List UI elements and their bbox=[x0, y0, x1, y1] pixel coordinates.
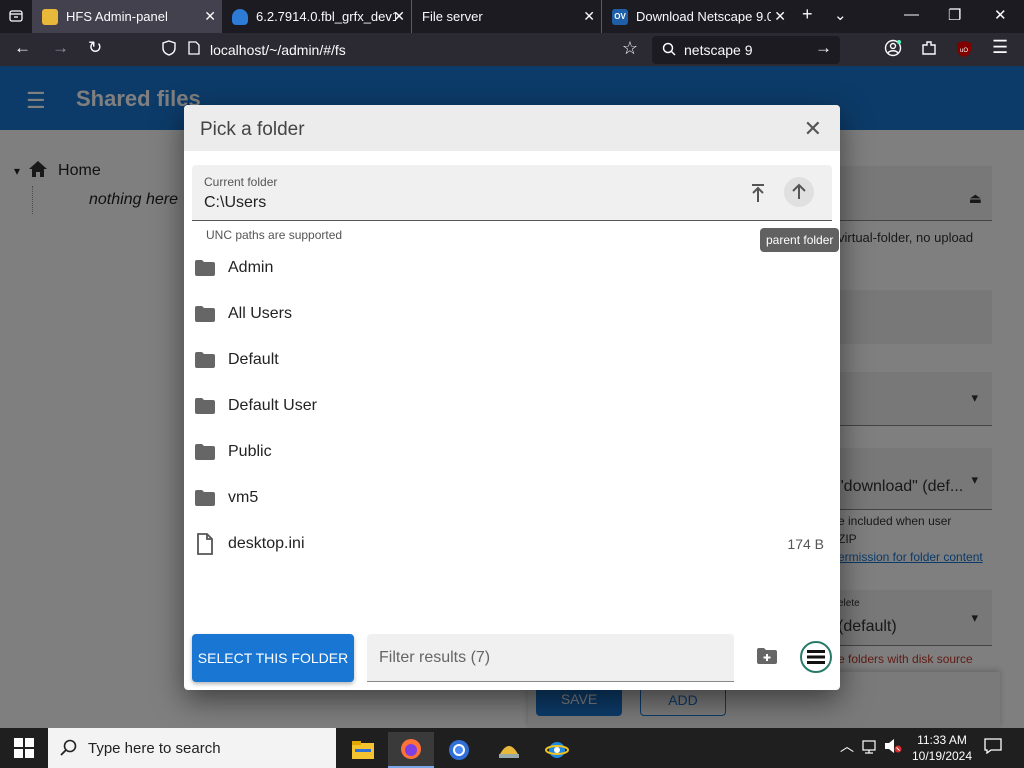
ov-favicon-icon: OV bbox=[612, 8, 628, 25]
folder-icon bbox=[194, 305, 216, 328]
item-name: Admin bbox=[228, 259, 274, 276]
ie-icon[interactable] bbox=[534, 732, 580, 768]
search-bar[interactable]: netscape 9 → bbox=[652, 36, 840, 64]
tab-netscape[interactable]: OV Download Netscape 9.0.0 ✕ bbox=[602, 0, 792, 33]
taskbar-clock[interactable]: 11:33 AM 10/19/2024 bbox=[906, 732, 978, 764]
close-tab-icon[interactable]: ✕ bbox=[393, 8, 405, 25]
firefox-icon[interactable] bbox=[388, 732, 434, 768]
item-name: vm5 bbox=[228, 489, 259, 506]
field-helper-text: UNC paths are supported bbox=[206, 228, 343, 242]
search-text: netscape 9 bbox=[684, 42, 753, 58]
extensions-icon[interactable] bbox=[920, 39, 938, 62]
back-icon[interactable]: ← bbox=[14, 38, 31, 58]
minimize-icon[interactable]: — bbox=[904, 6, 919, 23]
close-icon[interactable]: ✕ bbox=[804, 116, 822, 142]
search-icon bbox=[662, 42, 676, 59]
item-name: desktop.ini bbox=[228, 535, 305, 552]
bookmark-star-icon[interactable]: ☆ bbox=[622, 38, 638, 59]
close-tab-icon[interactable]: ✕ bbox=[204, 8, 216, 25]
list-item[interactable]: Public bbox=[184, 429, 840, 475]
parent-folder-button[interactable] bbox=[784, 177, 814, 207]
go-arrow-icon[interactable]: → bbox=[815, 38, 832, 58]
list-item[interactable]: Admin bbox=[184, 245, 840, 291]
shield-icon[interactable] bbox=[162, 40, 176, 59]
pick-folder-dialog: Pick a folder ✕ Current folder C:\Users … bbox=[184, 105, 840, 690]
clock-time: 11:33 AM bbox=[917, 733, 967, 747]
windows-start-icon[interactable] bbox=[14, 738, 34, 763]
list-item[interactable]: vm5 bbox=[184, 475, 840, 521]
hfs-favicon-icon bbox=[42, 8, 58, 25]
list-view-toggle-icon[interactable] bbox=[800, 641, 832, 673]
current-folder-field[interactable]: Current folder C:\Users bbox=[192, 165, 832, 221]
ublock-icon[interactable]: uO bbox=[956, 40, 972, 63]
tab-label: 6.2.7914.0.fbl_grfx_dev1.1 bbox=[256, 9, 396, 24]
volume-muted-icon[interactable] bbox=[884, 738, 902, 757]
close-tab-icon[interactable]: ✕ bbox=[774, 8, 786, 25]
list-item[interactable]: desktop.ini 174 B bbox=[184, 521, 840, 567]
forward-icon[interactable]: → bbox=[52, 38, 69, 58]
url-text: localhost/~/admin/#/fs bbox=[210, 41, 346, 58]
item-name: Public bbox=[228, 443, 272, 460]
close-window-icon[interactable]: ✕ bbox=[994, 6, 1007, 24]
item-name: All Users bbox=[228, 305, 293, 322]
hfs-app-icon[interactable] bbox=[486, 732, 532, 768]
folder-icon bbox=[194, 443, 216, 466]
list-item[interactable]: Default bbox=[184, 337, 840, 383]
select-this-folder-button[interactable]: SELECT THIS FOLDER bbox=[192, 634, 354, 682]
item-name: Default bbox=[228, 351, 279, 368]
url-bar[interactable]: localhost/~/admin/#/fs ☆ bbox=[148, 33, 646, 66]
root-folder-icon[interactable] bbox=[750, 183, 766, 209]
tab-label: File server bbox=[422, 9, 483, 24]
tab-grfx[interactable]: 6.2.7914.0.fbl_grfx_dev1.1 ✕ bbox=[222, 0, 412, 33]
clock-date: 10/19/2024 bbox=[911, 749, 973, 763]
field-value: C:\Users bbox=[204, 194, 267, 211]
chrome-icon[interactable] bbox=[436, 732, 482, 768]
folder-icon bbox=[194, 259, 216, 282]
new-tab-icon[interactable]: + bbox=[802, 4, 813, 25]
dialog-title: Pick a folder bbox=[200, 119, 305, 140]
menu-icon[interactable]: ☰ bbox=[992, 37, 1008, 58]
folder-icon bbox=[194, 397, 216, 420]
tab-list-icon[interactable] bbox=[8, 8, 24, 28]
browser-nav-bar: ← → ↻ localhost/~/admin/#/fs ☆ netscape … bbox=[0, 33, 1024, 66]
search-icon bbox=[60, 739, 78, 761]
dialog-footer: SELECT THIS FOLDER bbox=[184, 633, 840, 690]
list-item[interactable]: All Users bbox=[184, 291, 840, 337]
svg-text:uO: uO bbox=[960, 48, 968, 54]
reload-icon[interactable]: ↻ bbox=[88, 38, 102, 58]
tab-label: HFS Admin-panel bbox=[66, 9, 168, 24]
taskbar-search-box[interactable]: Type here to search bbox=[48, 728, 336, 768]
folder-list: Admin All Users Default Default User Pub… bbox=[184, 245, 840, 567]
tab-hfs-admin[interactable]: HFS Admin-panel ✕ bbox=[32, 0, 222, 33]
tab-label: Download Netscape 9.0.0 bbox=[636, 9, 771, 24]
taskbar-search-placeholder: Type here to search bbox=[88, 739, 221, 757]
file-icon bbox=[196, 533, 214, 560]
filter-input[interactable] bbox=[367, 634, 734, 682]
file-explorer-icon[interactable] bbox=[340, 732, 386, 768]
folder-icon bbox=[194, 351, 216, 374]
chevron-down-icon[interactable]: ⌄ bbox=[834, 6, 847, 24]
field-label: Current folder bbox=[204, 175, 278, 189]
restore-icon[interactable]: ❐ bbox=[948, 6, 961, 24]
chevron-up-icon[interactable]: ︿ bbox=[840, 736, 854, 756]
page-icon[interactable] bbox=[188, 41, 200, 58]
notifications-icon[interactable] bbox=[984, 738, 1002, 757]
item-size: 174 B bbox=[787, 536, 824, 552]
item-name: Default User bbox=[228, 397, 317, 414]
tab-file-server[interactable]: File server ✕ bbox=[412, 0, 602, 33]
folder-icon bbox=[194, 489, 216, 512]
list-item[interactable]: Default User bbox=[184, 383, 840, 429]
cloud-favicon-icon bbox=[232, 8, 248, 25]
new-folder-icon[interactable] bbox=[756, 647, 778, 670]
account-icon[interactable] bbox=[884, 39, 902, 62]
browser-tab-strip: HFS Admin-panel ✕ 6.2.7914.0.fbl_grfx_de… bbox=[0, 0, 1024, 33]
network-icon[interactable] bbox=[862, 738, 878, 757]
close-tab-icon[interactable]: ✕ bbox=[583, 8, 595, 25]
dialog-header: Pick a folder ✕ bbox=[184, 105, 840, 151]
windows-taskbar: Type here to search ︿ 11:33 AM 10/19/202… bbox=[0, 728, 1024, 768]
